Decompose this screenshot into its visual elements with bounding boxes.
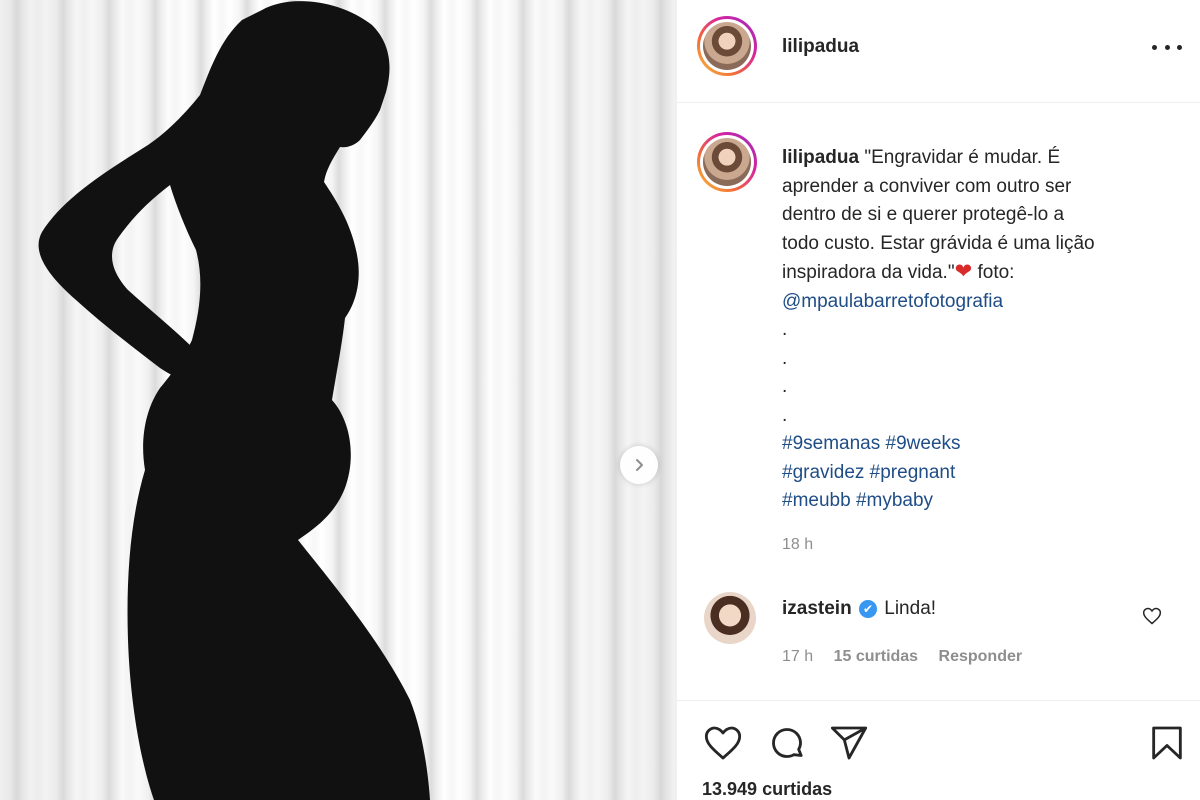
caption-line: todo custo. Estar grávida é uma lição xyxy=(782,232,1095,254)
comment-timestamp[interactable]: 17 h xyxy=(782,648,813,665)
author-avatar[interactable] xyxy=(697,16,757,76)
hashtag-link[interactable]: #mybaby xyxy=(856,490,933,511)
author-username[interactable]: lilipadua xyxy=(782,36,859,58)
comment-body: Linda! xyxy=(884,598,937,619)
verified-badge-icon: ✔ xyxy=(858,600,877,618)
reply-button[interactable]: Responder xyxy=(939,648,1023,665)
chevron-right-icon xyxy=(636,459,643,471)
hashtag-link[interactable]: #9weeks xyxy=(886,433,961,454)
caption-avatar[interactable] xyxy=(697,132,757,192)
caption-line: "Engravidar é mudar. É xyxy=(864,147,1061,168)
caption-username[interactable]: lilipadua xyxy=(782,147,859,168)
hashtag-link[interactable]: #pregnant xyxy=(870,462,956,483)
paper-plane-icon[interactable] xyxy=(829,723,869,763)
comment-text: izastein ✔ Linda! xyxy=(782,598,936,620)
post-likes-count[interactable]: 13.949 curtidas xyxy=(702,779,832,800)
post-actions-bar: 13.949 curtidas xyxy=(677,700,1200,800)
comment-meta: 17 h 15 curtidas Responder xyxy=(782,648,1038,666)
mention-link[interactable]: @mpaulabarretofotografia xyxy=(782,291,1003,312)
commenter-avatar[interactable] xyxy=(704,592,756,644)
caption-line: inspiradora da vida." xyxy=(782,262,955,283)
comment-likes[interactable]: 15 curtidas xyxy=(834,648,918,665)
comment-bubble-icon[interactable] xyxy=(767,723,807,763)
photo-credit-label: foto: xyxy=(977,262,1015,283)
caption-dot: . xyxy=(782,376,788,397)
comment-like-icon[interactable] xyxy=(1142,606,1162,626)
post-side-panel: lilipadua lilipadua "Engravidar é mudar.… xyxy=(676,0,1200,800)
caption-dot: . xyxy=(782,404,788,426)
hashtag-link[interactable]: #9semanas xyxy=(782,433,880,454)
post-caption: lilipadua "Engravidar é mudar. É aprende… xyxy=(782,144,1182,516)
heart-outline-icon[interactable] xyxy=(703,723,743,763)
next-photo-button[interactable] xyxy=(620,446,658,484)
hashtag-link[interactable]: #meubb xyxy=(782,490,851,511)
commenter-username[interactable]: izastein xyxy=(782,598,852,619)
post-timestamp[interactable]: 18 h xyxy=(782,536,813,554)
post-header: lilipadua xyxy=(677,0,1200,103)
caption-dot: . xyxy=(782,319,788,340)
likes-label: curtidas xyxy=(762,779,833,799)
woman-silhouette xyxy=(38,1,430,800)
caption-dot: . xyxy=(782,347,788,369)
likes-number: 13.949 xyxy=(702,779,758,799)
caption-line: aprender a conviver com outro ser xyxy=(782,175,1072,197)
more-options-icon[interactable] xyxy=(1152,36,1182,58)
caption-line: dentro de si e querer protegê-lo a xyxy=(782,204,1065,225)
hashtag-link[interactable]: #gravidez xyxy=(782,462,864,483)
heart-emoji: ❤ xyxy=(954,260,973,283)
bookmark-icon[interactable] xyxy=(1147,723,1187,763)
post-photo[interactable] xyxy=(0,0,676,800)
